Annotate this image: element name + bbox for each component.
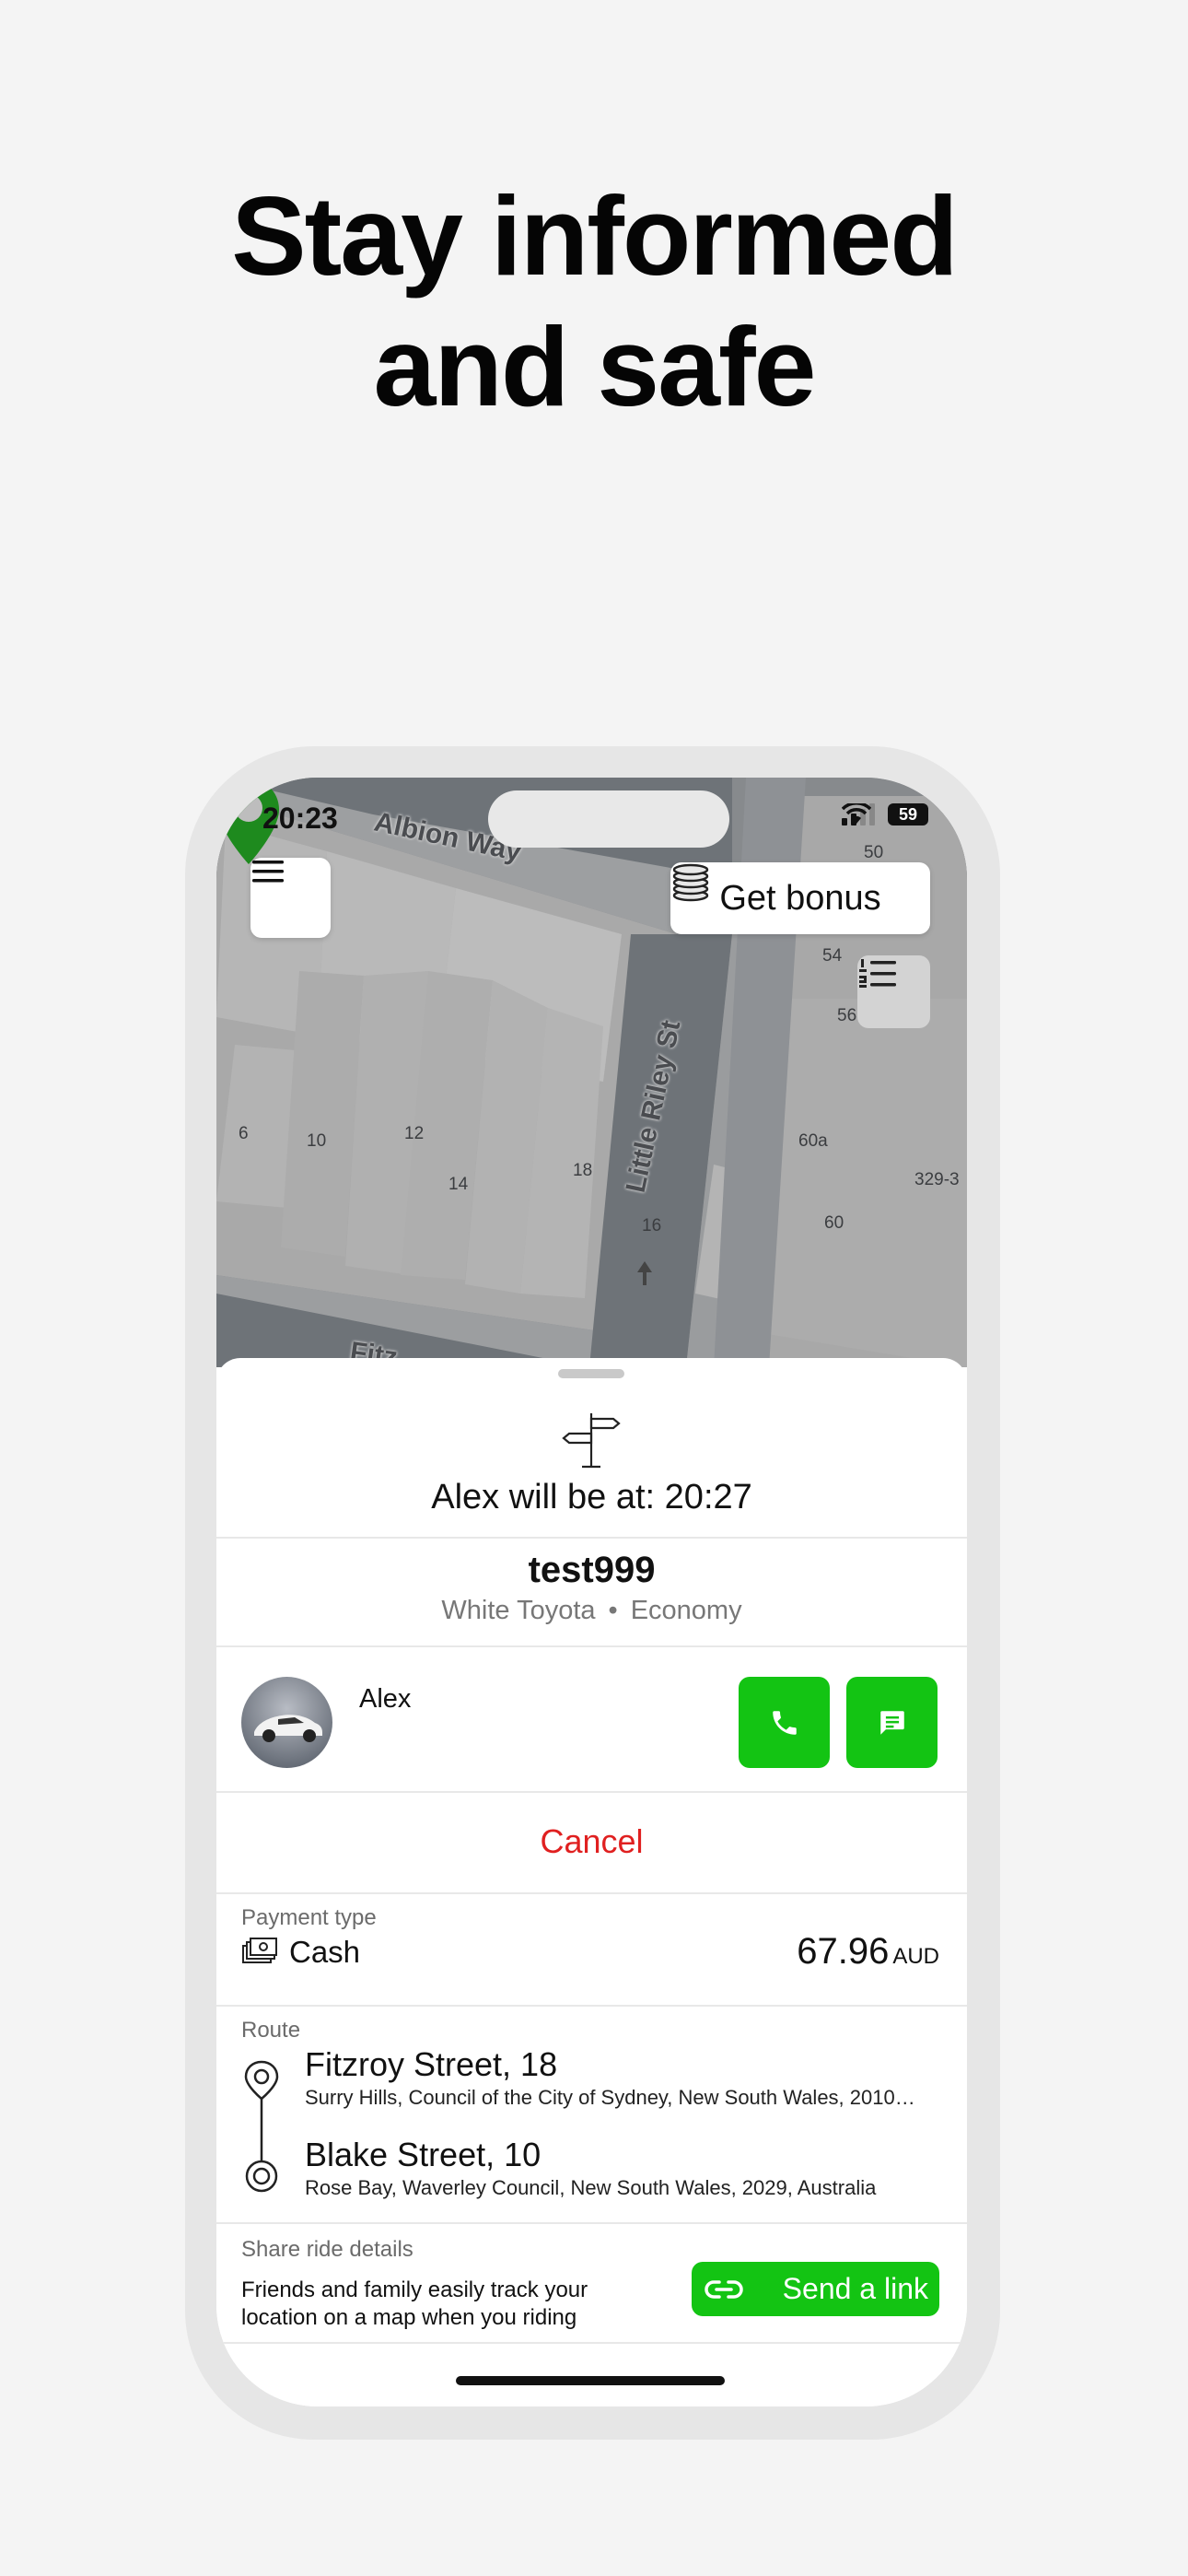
share-ride-label: Share ride details — [241, 2237, 413, 2262]
menu-button[interactable] — [250, 858, 331, 938]
headline: Stay informed and safe — [0, 170, 1188, 432]
separator-dot: • — [608, 1596, 618, 1625]
house-number: 329-3 — [914, 1170, 960, 1189]
price-currency: AUD — [892, 1944, 939, 1969]
house-number: 54 — [822, 946, 843, 966]
phone-icon — [772, 1710, 797, 1735]
house-number: 50 — [864, 843, 884, 862]
house-number: 12 — [404, 1124, 425, 1143]
payment-method-label: Cash — [289, 1935, 361, 1969]
divider — [216, 2005, 967, 2007]
payment-type-label: Payment type — [241, 1905, 377, 1930]
status-icons: 59 — [842, 803, 928, 825]
phone-screen: Albion Way Little Riley St Fitz 50 54 56… — [216, 778, 967, 2406]
house-number: 10 — [307, 1131, 327, 1151]
dropoff-address[interactable]: Blake Street, 10 — [305, 2136, 541, 2174]
car-plate: test999 — [528, 1550, 656, 1590]
price-amount: 67.96 — [797, 1931, 890, 1972]
route-line-icon — [244, 2060, 279, 2193]
wifi-icon — [842, 803, 871, 824]
cancel-ride-button[interactable]: Cancel — [216, 1822, 967, 1861]
share-ride-description: Friends and family easily track your loc… — [241, 2277, 588, 2330]
sheet-grabber[interactable] — [558, 1369, 624, 1378]
divider — [216, 2342, 967, 2344]
payment-method[interactable]: Cash — [241, 1935, 360, 1970]
house-number: 18 — [573, 1161, 593, 1180]
chat-icon — [879, 1710, 904, 1735]
message-driver-button[interactable] — [846, 1677, 938, 1768]
divider — [216, 1791, 967, 1793]
send-link-label: Send a link — [782, 2272, 928, 2305]
pickup-address-details: Surry Hills, Council of the City of Sydn… — [305, 2086, 915, 2109]
house-number: 6 — [239, 1124, 249, 1143]
headline-line-1: Stay informed — [231, 173, 959, 299]
divider — [216, 1537, 967, 1539]
numbered-list-icon — [859, 959, 896, 988]
house-number: 16 — [642, 1216, 662, 1235]
car-image-icon — [254, 1715, 322, 1742]
dropoff-address-details: Rose Bay, Waverley Council, New South Wa… — [305, 2176, 877, 2199]
driver-car-avatar — [241, 1677, 332, 1768]
trip-details-sheet: Alex will be at: 20:27 test999 White Toy… — [216, 1358, 967, 2406]
home-indicator[interactable] — [456, 2376, 725, 2385]
link-icon — [705, 2279, 743, 2299]
hamburger-icon — [252, 861, 284, 883]
get-bonus-button[interactable]: Get bonus — [670, 862, 930, 934]
status-time: 20:23 — [262, 802, 338, 835]
divider — [216, 1892, 967, 1894]
car-model: White Toyota — [441, 1596, 596, 1625]
send-link-button[interactable]: Send a link — [692, 2262, 939, 2316]
signpost-icon — [562, 1413, 621, 1469]
eta-text: Alex will be at: 20:27 — [431, 1478, 752, 1516]
driver-name: Alex — [359, 1684, 412, 1714]
house-number: 60a — [798, 1131, 828, 1151]
route-label: Route — [241, 2018, 301, 2043]
house-number: 60 — [824, 1213, 844, 1233]
battery-icon: 59 — [888, 803, 928, 825]
call-driver-button[interactable] — [739, 1677, 830, 1768]
cash-icon — [242, 1938, 277, 1963]
numbered-list-button[interactable] — [857, 955, 930, 1028]
divider — [216, 1645, 967, 1647]
headline-line-2: and safe — [373, 304, 817, 429]
car-class: Economy — [630, 1596, 742, 1625]
map-view[interactable]: Albion Way Little Riley St Fitz 50 54 56… — [216, 778, 967, 1367]
car-description: White Toyota • Economy — [216, 1596, 967, 1626]
get-bonus-label: Get bonus — [719, 878, 881, 918]
coins-icon — [672, 863, 709, 902]
dynamic-island — [488, 790, 729, 848]
ride-price: 67.96 AUD — [797, 1931, 939, 1973]
pickup-address[interactable]: Fitzroy Street, 18 — [305, 2045, 557, 2084]
house-number: 14 — [448, 1175, 469, 1194]
direction-arrow-icon — [637, 1261, 652, 1285]
divider — [216, 2222, 967, 2224]
house-number: 56 — [837, 1006, 857, 1025]
